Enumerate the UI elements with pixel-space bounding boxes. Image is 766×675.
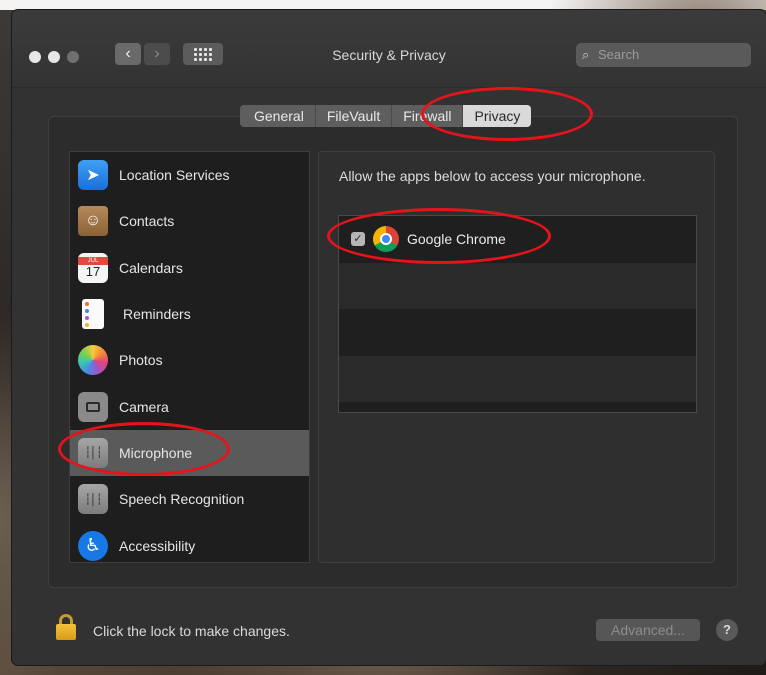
sidebar-item-label: Microphone [119,444,193,461]
sidebar-item-calendars[interactable]: JUL 17 Calendars [70,245,309,291]
sidebar-item-speech-recognition[interactable]: ┆│┆ Speech Recognition [70,476,309,522]
microphone-permissions-panel: Allow the apps below to access your micr… [318,151,715,563]
photos-flower-icon [78,345,108,376]
sidebar-item-label: Accessibility [119,537,196,554]
sidebar-item-accessibility[interactable]: ♿ Accessibility [70,522,309,562]
app-permission-list[interactable]: ✓ Google Chrome [338,215,697,413]
sidebar-item-label: Contacts [119,213,175,230]
sidebar-item-reminders[interactable]: Reminders [70,291,309,337]
list-item-empty [339,262,696,309]
permission-description: Allow the apps below to access your micr… [339,168,646,184]
tab-privacy[interactable]: Privacy [463,105,532,127]
speech-waveform-icon: ┆│┆ [78,484,108,515]
search-input[interactable]: ⌕ Search [576,43,751,67]
window-titlebar: ‹ › Security & Privacy ⌕ Search [12,10,766,88]
tab-filevault[interactable]: FileVault [316,105,393,127]
list-item-empty [339,355,696,402]
advanced-button[interactable]: Advanced... [596,619,700,641]
sidebar-item-label: Speech Recognition [119,491,245,508]
sidebar-item-camera[interactable]: Camera [70,383,309,429]
sidebar-item-label: Reminders [123,306,191,323]
help-button[interactable]: ? [716,619,738,641]
app-permission-checkbox[interactable]: ✓ [351,232,365,247]
search-placeholder: Search [598,47,640,62]
accessibility-person-icon: ♿ [78,530,108,561]
sidebar-item-label: Camera [119,398,169,415]
microphone-waveform-icon: ┆│┆ [78,437,108,468]
sidebar-item-label: Calendars [119,259,183,276]
sidebar-item-label: Photos [119,352,163,369]
app-name: Google Chrome [407,231,506,248]
contacts-book-icon: ☺ [78,206,108,237]
tab-bar: General FileVault Firewall Privacy [240,105,532,127]
list-item-empty [339,402,696,412]
chrome-icon [373,226,399,253]
privacy-category-list: ➤ Location Services ☺ Contacts JUL 17 Ca… [69,151,310,563]
list-item-empty [339,309,696,356]
search-icon: ⌕ [582,47,590,62]
app-row-google-chrome[interactable]: ✓ Google Chrome [339,216,696,263]
lock-icon[interactable] [56,614,76,640]
calendar-icon: JUL 17 [78,252,108,283]
lock-instruction-text: Click the lock to make changes. [93,623,290,639]
tab-firewall[interactable]: Firewall [392,105,464,127]
sidebar-item-contacts[interactable]: ☺ Contacts [70,198,309,244]
sidebar-item-label: Location Services [119,167,230,184]
tab-general[interactable]: General [240,105,316,127]
security-privacy-window: ‹ › Security & Privacy ⌕ Search General … [12,10,766,665]
location-arrow-icon: ➤ [78,160,108,191]
reminders-list-icon [82,299,104,330]
camera-icon [78,391,108,422]
window-footer: Click the lock to make changes. Advanced… [12,600,766,660]
sidebar-item-microphone[interactable]: ┆│┆ Microphone [70,429,309,477]
sidebar-item-photos[interactable]: Photos [70,337,309,383]
sidebar-item-location-services[interactable]: ➤ Location Services [70,152,309,198]
